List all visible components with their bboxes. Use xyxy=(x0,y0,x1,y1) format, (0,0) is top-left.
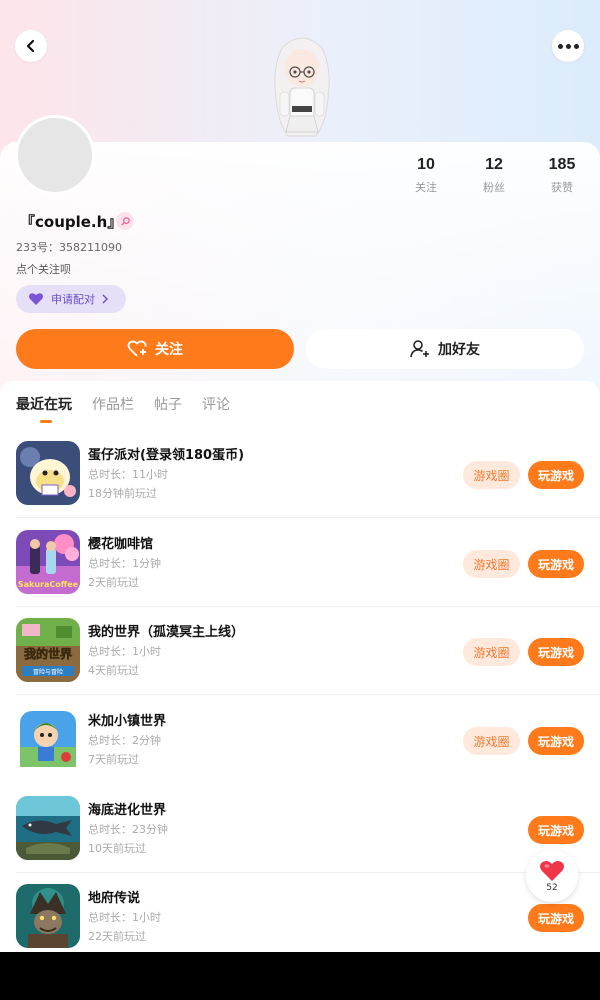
tab-posts[interactable]: 帖子 xyxy=(154,394,182,424)
user-id: 233号：358211090 xyxy=(16,241,122,254)
game-circle-button[interactable]: 游戏圈 xyxy=(463,727,520,755)
game-duration: 总时长：1分钟 xyxy=(88,557,161,570)
add-user-icon xyxy=(410,340,429,358)
game-title: 蛋仔派对(登录领180蛋币) xyxy=(88,448,245,463)
chevron-right-icon xyxy=(102,294,108,304)
game-icon xyxy=(16,441,80,505)
profile-page: 10 关注 12 粉丝 185 获赞 『couple.h』 233号：35821… xyxy=(0,0,600,952)
list-item[interactable]: 地府传说 总时长：1小时 22天前玩过 玩游戏 xyxy=(0,872,600,952)
game-title: 海底进化世界 xyxy=(88,803,167,818)
play-game-button[interactable]: 玩游戏 xyxy=(528,727,584,755)
list-item[interactable]: 米加小镇世界 总时长：2分钟 7天前玩过 游戏圈 玩游戏 xyxy=(0,695,600,783)
game-duration: 总时长：1小时 xyxy=(88,645,161,658)
tab-works[interactable]: 作品栏 xyxy=(92,394,134,424)
game-icon: 我的世界 冒险与冒险 xyxy=(16,618,80,682)
game-last-played: 7天前玩过 xyxy=(88,753,139,766)
game-title: 地府传说 xyxy=(88,891,141,906)
stat-label: 粉丝 xyxy=(483,181,505,194)
avatar[interactable] xyxy=(15,115,95,195)
stat-likes[interactable]: 185 获赞 xyxy=(532,156,592,195)
follow-label: 关注 xyxy=(155,342,183,358)
play-game-button[interactable]: 玩游戏 xyxy=(528,638,584,666)
heart-icon xyxy=(29,293,43,305)
heart-icon xyxy=(540,860,564,881)
game-last-played: 18分钟前玩过 xyxy=(88,487,157,500)
game-duration: 总时长：1小时 xyxy=(88,911,161,924)
more-dots-icon xyxy=(557,43,579,49)
game-last-played: 10天前玩过 xyxy=(88,842,146,855)
stat-value: 185 xyxy=(548,156,576,173)
game-last-played: 22天前玩过 xyxy=(88,930,146,943)
game-duration: 总时长：23分钟 xyxy=(88,823,168,836)
more-button[interactable] xyxy=(552,30,584,62)
stat-label: 获赞 xyxy=(551,181,573,194)
stat-following[interactable]: 10 关注 xyxy=(396,156,456,195)
list-item[interactable]: 蛋仔派对(登录领180蛋币) 总时长：11小时 18分钟前玩过 游戏圈 玩游戏 xyxy=(0,429,600,518)
tab-recently-played[interactable]: 最近在玩 xyxy=(16,394,72,424)
bio: 点个关注呗 xyxy=(16,263,71,276)
game-icon-text: 我的世界 xyxy=(24,646,72,661)
game-last-played: 4天前玩过 xyxy=(88,664,139,677)
stat-value: 10 xyxy=(417,156,435,173)
stat-value: 12 xyxy=(485,156,503,173)
game-circle-button[interactable]: 游戏圈 xyxy=(463,638,520,666)
game-circle-button[interactable]: 游戏圈 xyxy=(463,461,520,489)
game-icon xyxy=(16,796,80,860)
game-last-played: 2天前玩过 xyxy=(88,576,139,589)
add-friend-label: 加好友 xyxy=(438,342,480,358)
game-icon xyxy=(16,884,80,948)
pair-request-label: 申请配对 xyxy=(51,293,95,306)
game-icon-text: SakuraCoffee xyxy=(18,580,79,589)
list-item[interactable]: SakuraCoffee 樱花咖啡馆 总时长：1分钟 2天前玩过 游戏圈 玩游戏 xyxy=(0,518,600,607)
play-game-button[interactable]: 玩游戏 xyxy=(528,461,584,489)
game-title: 樱花咖啡馆 xyxy=(88,537,154,552)
list-item[interactable]: 海底进化世界 总时长：23分钟 10天前玩过 玩游戏 xyxy=(0,784,600,873)
chevron-left-icon xyxy=(26,39,35,53)
game-icon xyxy=(16,707,80,771)
like-count: 52 xyxy=(546,882,558,893)
heart-plus-icon xyxy=(127,340,147,357)
gender-badge xyxy=(116,212,134,230)
game-duration: 总时长：11小时 xyxy=(88,468,168,481)
stat-fans[interactable]: 12 粉丝 xyxy=(464,156,524,195)
game-icon: SakuraCoffee xyxy=(16,530,80,594)
pair-request-button[interactable]: 申请配对 xyxy=(16,285,126,313)
play-game-button[interactable]: 玩游戏 xyxy=(528,904,584,932)
game-duration: 总时长：2分钟 xyxy=(88,734,161,747)
content-panel: 最近在玩 作品栏 帖子 评论 蛋仔派对(登录领180蛋币) 总时长：11小时 1… xyxy=(0,381,600,952)
play-game-button[interactable]: 玩游戏 xyxy=(528,550,584,578)
list-item[interactable]: 我的世界 冒险与冒险 我的世界（孤漠冥主上线） 总时长：1小时 4天前玩过 游戏… xyxy=(0,606,600,695)
back-button[interactable] xyxy=(15,30,47,62)
game-title: 我的世界（孤漠冥主上线） xyxy=(88,625,245,640)
follow-button[interactable]: 关注 xyxy=(16,329,294,369)
nickname: 『couple.h』 xyxy=(20,213,123,231)
tab-bar: 最近在玩 作品栏 帖子 评论 xyxy=(16,394,250,424)
female-icon xyxy=(120,216,130,226)
tab-comments[interactable]: 评论 xyxy=(202,394,230,424)
game-title: 米加小镇世界 xyxy=(88,714,167,729)
play-game-button[interactable]: 玩游戏 xyxy=(528,816,584,844)
avatar-character-image xyxy=(274,37,330,137)
add-friend-button[interactable]: 加好友 xyxy=(306,329,584,369)
game-circle-button[interactable]: 游戏圈 xyxy=(463,550,520,578)
game-icon-subtext: 冒险与冒险 xyxy=(33,668,63,676)
like-float-button[interactable]: 52 xyxy=(526,850,578,902)
stat-label: 关注 xyxy=(415,181,437,194)
